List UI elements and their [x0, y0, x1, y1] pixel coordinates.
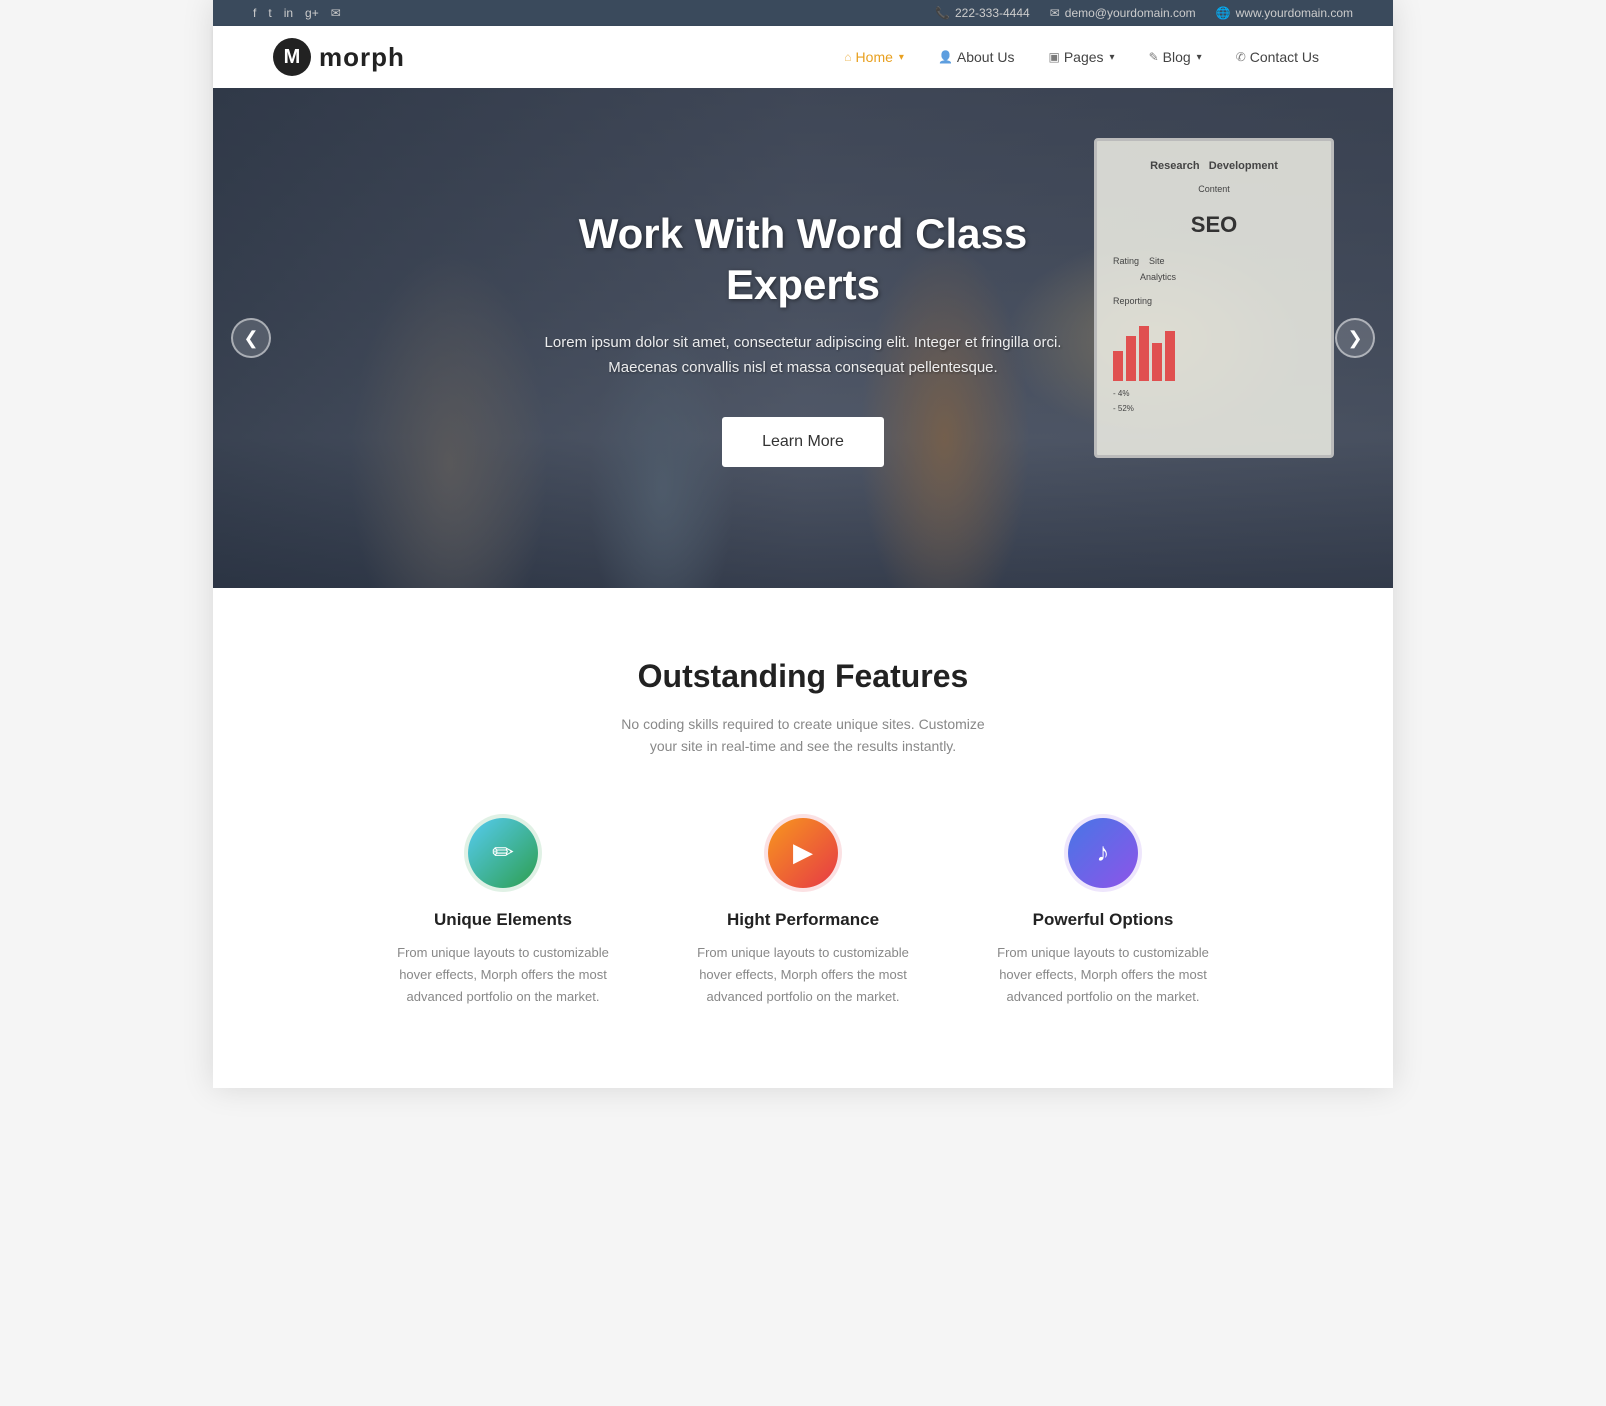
nav-about-label: About Us: [957, 49, 1015, 65]
hero-slider: Research Development Content SEO Rating …: [213, 88, 1393, 588]
social-links: f t in g+ ✉: [253, 6, 341, 20]
music-icon: ♪: [1097, 837, 1110, 868]
contact-info: 📞 222-333-4444 ✉ demo@yourdomain.com 🌐 w…: [935, 6, 1353, 20]
blog-caret: ▾: [1197, 52, 1202, 63]
phone-number: 222-333-4444: [955, 6, 1030, 20]
hero-content: Work With Word Class Experts Lorem ipsum…: [503, 209, 1103, 467]
options-desc: From unique layouts to customizable hove…: [993, 942, 1213, 1008]
social-googleplus[interactable]: g+: [305, 6, 319, 20]
performance-icon-wrap: ▶: [768, 818, 838, 888]
phone-icon: 📞: [935, 6, 950, 20]
website-url: www.yourdomain.com: [1236, 6, 1353, 20]
header: M morph ⌂ Home ▾ 👤 About Us ▣ Pages ▾ ✎ …: [213, 26, 1393, 88]
unique-elements-icon-wrap: ✏: [468, 818, 538, 888]
home-icon: ⌂: [844, 50, 851, 64]
logo[interactable]: M morph: [273, 38, 405, 76]
about-icon: 👤: [938, 50, 953, 64]
website-info: 🌐 www.yourdomain.com: [1216, 6, 1353, 20]
play-icon: ▶: [793, 837, 813, 868]
performance-desc: From unique layouts to customizable hove…: [693, 942, 913, 1008]
whiteboard: Research Development Content SEO Rating …: [1094, 138, 1334, 458]
nav-pages-label: Pages: [1064, 49, 1104, 65]
chevron-left-icon: ❮: [243, 328, 258, 349]
contact-icon: ✆: [1236, 50, 1246, 64]
hero-title: Work With Word Class Experts: [523, 209, 1083, 310]
nav-about[interactable]: 👤 About Us: [924, 41, 1029, 73]
email-info: ✉ demo@yourdomain.com: [1050, 6, 1196, 20]
social-linkedin[interactable]: in: [284, 6, 293, 20]
unique-elements-desc: From unique layouts to customizable hove…: [393, 942, 613, 1008]
logo-letter: M: [284, 46, 301, 69]
options-name: Powerful Options: [993, 910, 1213, 930]
features-section: Outstanding Features No coding skills re…: [213, 588, 1393, 1088]
slider-prev-arrow[interactable]: ❮: [231, 318, 271, 358]
pages-caret: ▾: [1110, 52, 1115, 63]
nav-blog[interactable]: ✎ Blog ▾: [1135, 41, 1216, 73]
features-title: Outstanding Features: [253, 658, 1353, 695]
features-grid: ✏ Unique Elements From unique layouts to…: [253, 818, 1353, 1008]
options-icon-wrap: ♪: [1068, 818, 1138, 888]
learn-more-button[interactable]: Learn More: [722, 417, 884, 467]
email-icon: ✉: [1050, 6, 1060, 20]
globe-icon: 🌐: [1216, 6, 1231, 20]
nav-blog-label: Blog: [1163, 49, 1191, 65]
top-bar: f t in g+ ✉ 📞 222-333-4444 ✉ demo@yourdo…: [213, 0, 1393, 26]
unique-elements-name: Unique Elements: [393, 910, 613, 930]
pages-icon: ▣: [1048, 50, 1059, 64]
nav-pages[interactable]: ▣ Pages ▾: [1034, 41, 1128, 73]
nav-home-label: Home: [856, 49, 893, 65]
nav-home[interactable]: ⌂ Home ▾: [830, 41, 918, 73]
feature-unique-elements: ✏ Unique Elements From unique layouts to…: [393, 818, 613, 1008]
slider-next-arrow[interactable]: ❯: [1335, 318, 1375, 358]
nav-contact[interactable]: ✆ Contact Us: [1222, 41, 1333, 73]
home-caret: ▾: [899, 52, 904, 63]
social-twitter[interactable]: t: [268, 6, 271, 20]
main-nav: ⌂ Home ▾ 👤 About Us ▣ Pages ▾ ✎ Blog ▾ ✆…: [830, 41, 1333, 73]
edit-icon: ✏: [492, 837, 514, 868]
chevron-right-icon: ❯: [1347, 328, 1362, 349]
blog-icon: ✎: [1149, 50, 1159, 64]
features-subtitle: No coding skills required to create uniq…: [613, 713, 993, 758]
email-address: demo@yourdomain.com: [1065, 6, 1196, 20]
brand-name: morph: [319, 42, 405, 73]
hero-description: Lorem ipsum dolor sit amet, consectetur …: [523, 330, 1083, 381]
nav-contact-label: Contact Us: [1250, 49, 1319, 65]
social-email[interactable]: ✉: [331, 6, 341, 20]
logo-icon: M: [273, 38, 311, 76]
phone-info: 📞 222-333-4444: [935, 6, 1030, 20]
performance-name: Hight Performance: [693, 910, 913, 930]
social-facebook[interactable]: f: [253, 6, 256, 20]
feature-options: ♪ Powerful Options From unique layouts t…: [993, 818, 1213, 1008]
feature-performance: ▶ Hight Performance From unique layouts …: [693, 818, 913, 1008]
page-wrapper: f t in g+ ✉ 📞 222-333-4444 ✉ demo@yourdo…: [213, 0, 1393, 1088]
